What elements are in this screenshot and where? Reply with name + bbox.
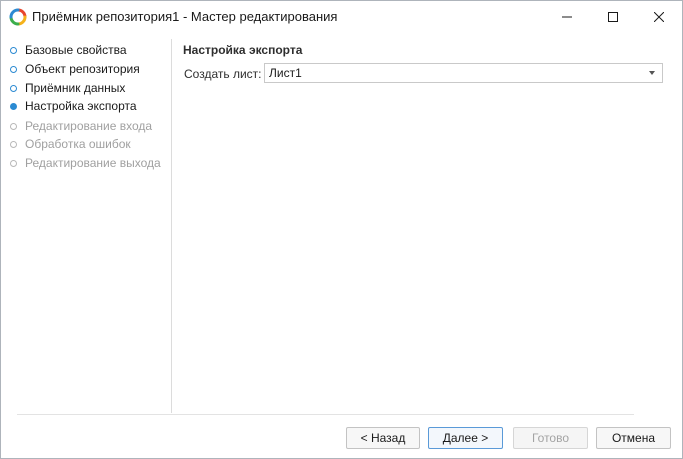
chevron-down-icon[interactable] [649, 71, 655, 75]
step-label: Базовые свойства [25, 43, 127, 57]
step-status-icon [10, 84, 17, 92]
finish-button: Готово [513, 427, 588, 449]
wizard-steps-panel: Базовые свойства Объект репозитория Приё… [1, 39, 172, 413]
minimize-icon [562, 16, 572, 18]
title-bar[interactable]: Приёмник репозитория1 - Мастер редактиро… [1, 1, 682, 33]
step-label: Обработка ошибок [25, 137, 131, 151]
step-status-icon [10, 65, 17, 73]
step-status-icon [10, 122, 17, 130]
maximize-icon [608, 12, 618, 22]
step-status-icon [10, 159, 17, 167]
section-title: Настройка экспорта [183, 43, 303, 57]
step-export-settings[interactable]: Настройка экспорта [10, 97, 137, 115]
step-input-editing: Редактирование входа [10, 117, 152, 135]
step-output-editing: Редактирование выхода [10, 154, 161, 172]
window-title: Приёмник репозитория1 - Мастер редактиро… [32, 9, 338, 24]
step-label: Редактирование входа [25, 119, 153, 133]
step-current-icon [10, 102, 17, 110]
step-status-icon [10, 46, 17, 54]
step-label: Настройка экспорта [25, 99, 137, 113]
step-label: Редактирование выхода [25, 156, 161, 170]
next-button[interactable]: Далее > [428, 427, 503, 449]
close-button[interactable] [636, 1, 682, 33]
create-sheet-value: Лист1 [269, 66, 302, 80]
step-status-icon [10, 140, 17, 148]
cancel-button[interactable]: Отмена [596, 427, 671, 449]
back-button[interactable]: < Назад [346, 427, 420, 449]
footer-divider [17, 414, 634, 415]
step-label: Объект репозитория [25, 62, 140, 76]
app-logo-icon [9, 8, 27, 26]
create-sheet-select[interactable]: Лист1 [264, 63, 663, 83]
maximize-button[interactable] [590, 1, 636, 33]
step-label: Приёмник данных [25, 81, 126, 95]
step-error-handling: Обработка ошибок [10, 135, 131, 153]
step-data-consumer[interactable]: Приёмник данных [10, 79, 125, 97]
step-repository-object[interactable]: Объект репозитория [10, 60, 140, 78]
wizard-window: Приёмник репозитория1 - Мастер редактиро… [0, 0, 683, 459]
close-icon [654, 12, 664, 22]
create-sheet-label: Создать лист: [184, 67, 262, 81]
minimize-button[interactable] [544, 1, 590, 33]
step-basic-properties[interactable]: Базовые свойства [10, 41, 127, 59]
